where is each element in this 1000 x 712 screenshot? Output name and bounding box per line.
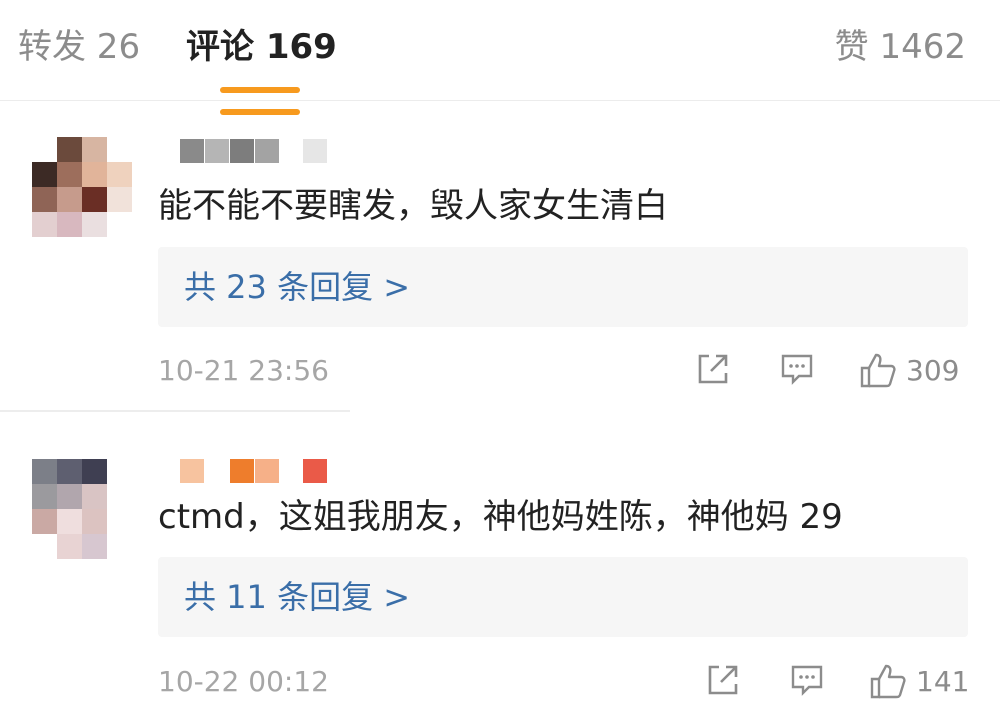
tab-bar: 转发 26 评论 169 赞 1462 — [0, 0, 1000, 115]
reply-thread-button[interactable]: 共 11 条回复 > — [158, 557, 968, 637]
tab-repost[interactable]: 转发 26 — [18, 22, 140, 72]
username[interactable] — [180, 139, 328, 163]
comment-timestamp: 10-22 00:12 — [158, 665, 329, 698]
like-button[interactable]: 309 — [858, 351, 959, 391]
thumbs-up-icon — [860, 353, 896, 388]
share-button[interactable] — [705, 662, 741, 702]
comment-text: ctmd，这姐我朋友，神他妈姓陈，神他妈 29 — [158, 497, 843, 537]
share-icon — [698, 354, 728, 384]
comment-text: 能不能不要瞎发，毁人家女生清白 — [158, 186, 668, 226]
reply-button[interactable] — [789, 662, 825, 702]
comment-timestamp: 10-21 23:56 — [158, 354, 329, 387]
comment-icon — [781, 354, 813, 385]
like-button[interactable]: 141 — [868, 662, 969, 702]
avatar[interactable] — [32, 137, 132, 237]
thumbs-up-icon — [870, 664, 906, 699]
avatar[interactable] — [32, 459, 132, 559]
comment-icon — [791, 665, 823, 696]
active-tab-indicator — [220, 87, 300, 93]
comment-item: ctmd，这姐我朋友，神他妈姓陈，神他妈 29 共 11 条回复 > 10-22… — [0, 412, 1000, 712]
comment-item: 能不能不要瞎发，毁人家女生清白 共 23 条回复 > 10-21 23:56 3… — [0, 101, 1000, 411]
like-count: 141 — [916, 665, 970, 698]
share-icon — [708, 665, 738, 695]
reply-thread-button[interactable]: 共 23 条回复 > — [158, 247, 968, 327]
share-button[interactable] — [695, 351, 731, 391]
reply-button[interactable] — [779, 351, 815, 391]
weibo-comment-screen: 转发 26 评论 169 赞 1462 能不能不要瞎发，毁人家女生清白 共 23… — [0, 0, 1000, 712]
reply-count-link[interactable]: 共 23 条回复 > — [184, 262, 410, 312]
like-count: 309 — [906, 354, 960, 387]
tab-likes[interactable]: 赞 1462 — [835, 22, 966, 72]
tab-comments[interactable]: 评论 169 — [186, 22, 337, 72]
username[interactable] — [180, 459, 328, 483]
reply-count-link[interactable]: 共 11 条回复 > — [184, 572, 410, 622]
